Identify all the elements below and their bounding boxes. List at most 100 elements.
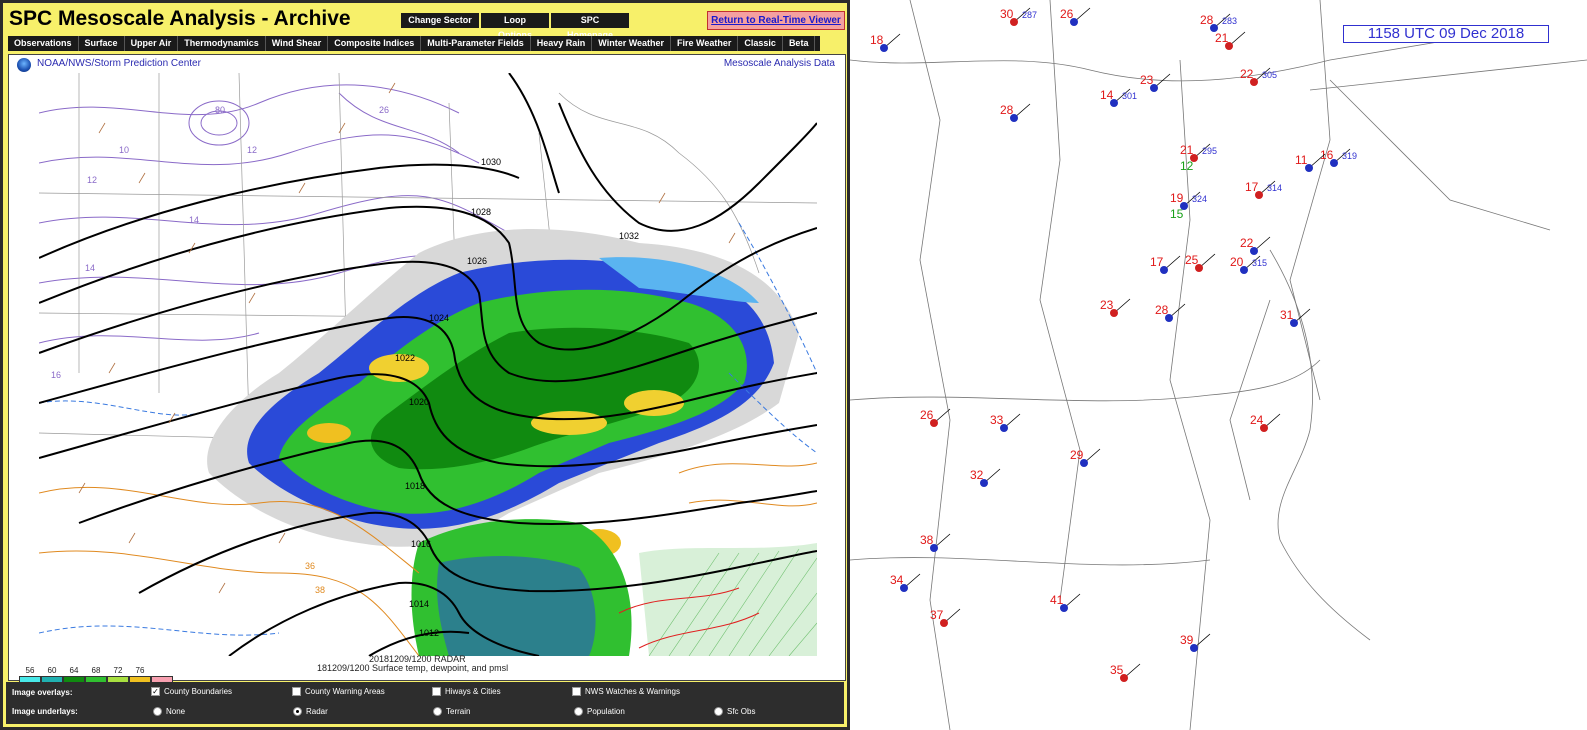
change-sector-button[interactable]: Change Sector [401, 13, 479, 28]
scale-value: 56 [25, 666, 35, 675]
station-temp: 31 [1280, 308, 1294, 322]
option-label: Radar [306, 707, 328, 716]
tab-fire-weather[interactable]: Fire Weather [671, 36, 739, 51]
isobar-label: 1014 [409, 599, 429, 609]
station-pressure: 287 [1022, 10, 1037, 20]
contour-label: 26 [379, 105, 389, 115]
station-pressure: 295 [1202, 146, 1217, 156]
radio-icon[interactable] [433, 707, 442, 716]
station-temp: 22 [1240, 236, 1254, 250]
overlay-hiways-cities[interactable]: Hiways & Cities [432, 687, 501, 696]
tab-composite-indices[interactable]: Composite Indices [328, 36, 422, 51]
station-temp: 26 [920, 408, 934, 422]
tab-upper-air[interactable]: Upper Air [125, 36, 179, 51]
station-temp: 38 [920, 533, 934, 547]
station-temp: 33 [990, 413, 1004, 427]
isobar-label: 1030 [481, 157, 501, 167]
isobar-label: 1016 [411, 539, 431, 549]
surface-obs-map[interactable]: 30 287 26 28 283 21 18 28 21 12 295 14 301 23 22 305 16 3… [850, 0, 1587, 730]
station-temp: 18 [870, 33, 884, 47]
contour-label: 14 [189, 215, 199, 225]
isobar-label: 1024 [429, 313, 449, 323]
station-temp: 30 [1000, 7, 1014, 21]
radio-icon[interactable] [153, 707, 162, 716]
obs-timestamp: 1158 UTC 09 Dec 2018 [1343, 25, 1549, 43]
contour-label: 10 [119, 145, 129, 155]
isobar-label: 1012 [419, 628, 439, 638]
overlay-county-warning-areas[interactable]: County Warning Areas [292, 687, 385, 696]
overlay-county-boundaries[interactable]: ✓ County Boundaries [151, 687, 232, 696]
return-realtime-link[interactable]: Return to Real-Time Viewer [707, 11, 845, 30]
radio-icon[interactable] [574, 707, 583, 716]
contour-label: 38 [315, 585, 325, 595]
station-temp: 23 [1100, 298, 1114, 312]
isobar-label: 1020 [409, 397, 429, 407]
tab-heavy-rain[interactable]: Heavy Rain [531, 36, 593, 51]
page-title: SPC Mesoscale Analysis - Archive [9, 7, 351, 30]
spc-homepage-button[interactable]: SPC Homepage [551, 13, 629, 40]
checkbox-icon[interactable] [432, 687, 441, 696]
option-label: NWS Watches & Warnings [585, 687, 680, 696]
underlays-label: Image underlays: [12, 707, 78, 716]
scale-value: 76 [135, 666, 145, 675]
station-temp: 16 [1320, 148, 1334, 162]
map-caption: 181209/1200 Surface temp, dewpoint, and … [317, 663, 509, 673]
tab-classic[interactable]: Classic [738, 36, 783, 51]
station-temp: 17 [1245, 180, 1259, 194]
checkbox-icon[interactable] [292, 687, 301, 696]
station-dewpoint: 12 [1180, 159, 1194, 173]
tab-wind-shear[interactable]: Wind Shear [266, 36, 329, 51]
isobar-label: 1028 [471, 207, 491, 217]
station-temp: 35 [1110, 663, 1124, 677]
station-temp: 17 [1150, 255, 1164, 269]
underlay-population[interactable]: Population [574, 707, 625, 716]
radio-icon[interactable] [714, 707, 723, 716]
isobar-label: 1026 [467, 256, 487, 266]
station-pressure: 283 [1222, 16, 1237, 26]
station-pressure: 305 [1262, 70, 1277, 80]
option-label: Sfc Obs [727, 707, 756, 716]
tab-beta[interactable]: Beta [783, 36, 816, 51]
station-temp: 20 [1230, 255, 1244, 269]
station-temp: 41 [1050, 593, 1064, 607]
station-temp: 37 [930, 608, 944, 622]
contour-label: 14 [85, 263, 95, 273]
overlay-nws-watches-warnings[interactable]: NWS Watches & Warnings [572, 687, 680, 696]
station-temp: 28 [1200, 13, 1214, 27]
station-temp: 28 [1155, 303, 1169, 317]
analysis-map-svg: 1030 1028 1026 1024 1022 1020 1018 1016 … [39, 73, 817, 656]
tab-surface[interactable]: Surface [79, 36, 125, 51]
station-temp: 32 [970, 468, 984, 482]
loop-options-button[interactable]: Loop Options [481, 13, 549, 40]
tab-observations[interactable]: Observations [8, 36, 79, 51]
station-temp: 21 [1215, 31, 1229, 45]
station-temp: 34 [890, 573, 904, 587]
checkbox-icon[interactable]: ✓ [151, 687, 160, 696]
underlay-terrain[interactable]: Terrain [433, 707, 470, 716]
contour-label: 16 [51, 370, 61, 380]
checkbox-icon[interactable] [572, 687, 581, 696]
station-temp: 11 [1295, 153, 1308, 167]
isobar-label: 1032 [619, 231, 639, 241]
underlay-radar[interactable]: Radar [293, 707, 328, 716]
station-temp: 39 [1180, 633, 1194, 647]
station-temp: 24 [1250, 413, 1264, 427]
overlay-controls: Image overlays: Image underlays: ✓ Count… [6, 682, 844, 724]
tab-winter-weather[interactable]: Winter Weather [592, 36, 672, 51]
option-label: Hiways & Cities [445, 687, 501, 696]
analysis-map-frame: NOAA/NWS/Storm Prediction Center Mesosca… [8, 54, 846, 684]
station-temp: 23 [1140, 73, 1154, 87]
underlay-sfc-obs[interactable]: Sfc Obs [714, 707, 755, 716]
underlay-none[interactable]: None [153, 707, 185, 716]
station-pressure: 319 [1342, 151, 1357, 161]
tab-multi-parameter-fields[interactable]: Multi-Parameter Fields [421, 36, 531, 51]
analysis-map-image[interactable]: 1030 1028 1026 1024 1022 1020 1018 1016 … [39, 73, 817, 656]
station-temp: 26 [1060, 7, 1074, 21]
contour-label: 12 [87, 175, 97, 185]
option-label: Terrain [446, 707, 471, 716]
tab-thermodynamics[interactable]: Thermodynamics [178, 36, 266, 51]
station-temp: 28 [1000, 103, 1014, 117]
map-credit-right: Mesoscale Analysis Data [723, 58, 835, 69]
radio-selected-icon[interactable] [293, 707, 302, 716]
station-pressure: 324 [1192, 194, 1207, 204]
